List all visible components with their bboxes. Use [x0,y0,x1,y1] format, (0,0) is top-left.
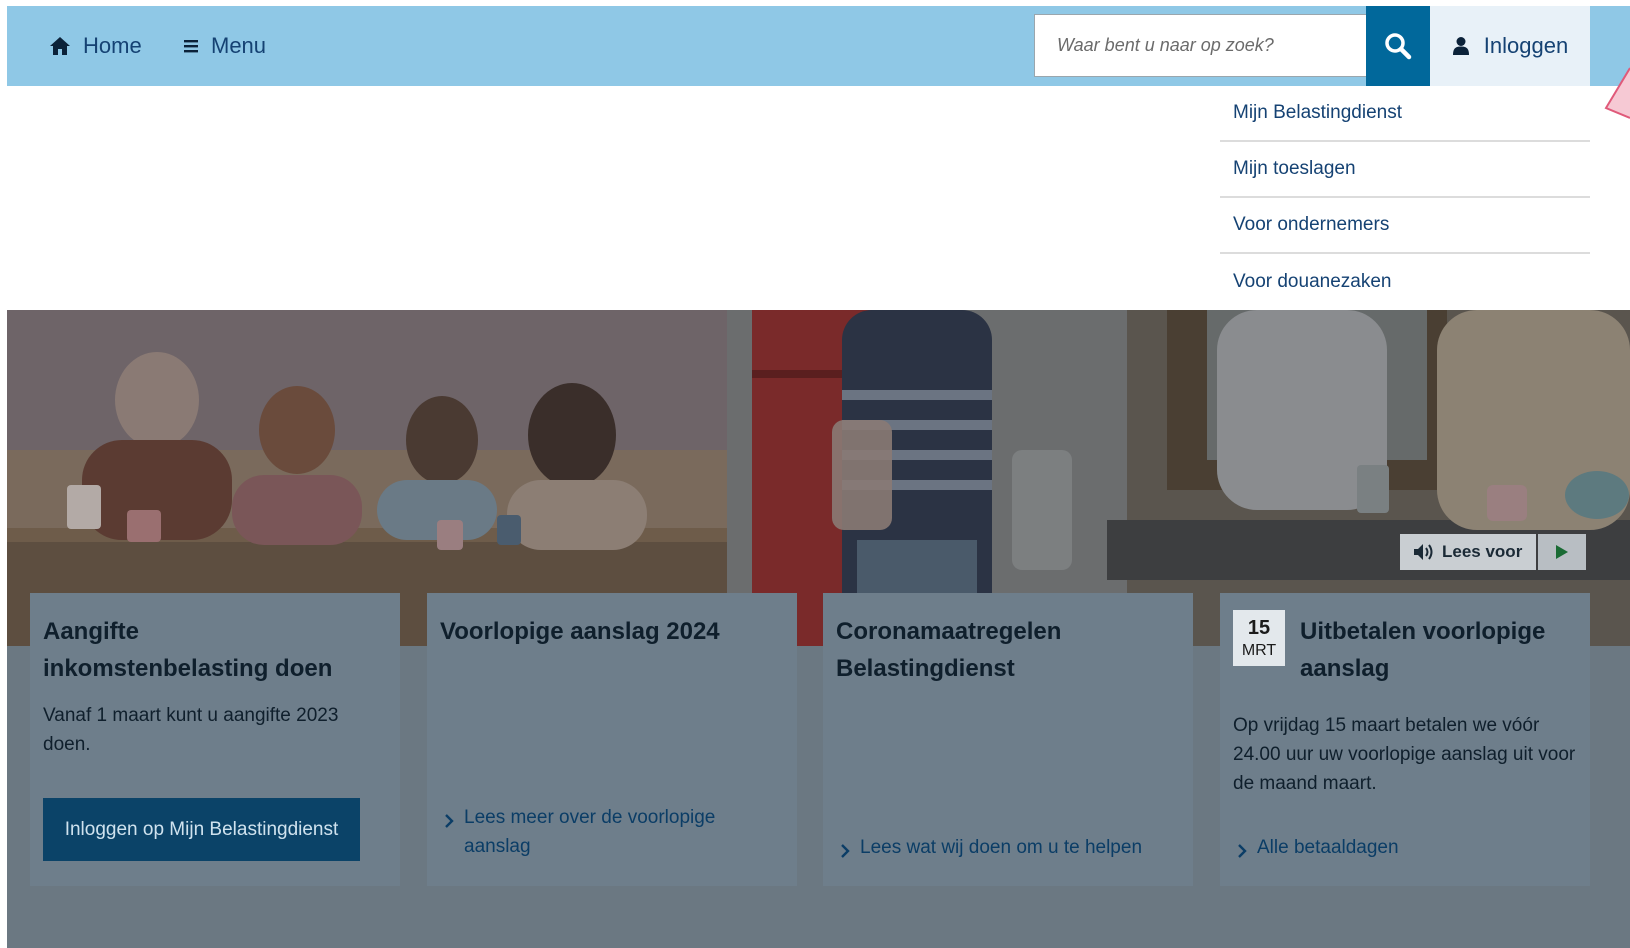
link-label: Lees meer over de voorlopige aanslag [464,807,716,857]
dropdown-item-voor-ondernemers[interactable]: Voor ondernemers [1220,198,1590,254]
login-mijn-belastingdienst-button[interactable]: Inloggen op Mijn Belastingdienst [43,798,360,861]
home-icon [50,37,70,55]
card-text: Vanaf 1 maart kunt u aangifte 2023 doen. [43,705,339,755]
chevron-right-icon [444,803,464,861]
chevron-right-icon [840,833,860,868]
card-title: Coronamaatregelen Belastingdienst [836,613,1180,687]
user-icon [1452,37,1469,55]
home-link[interactable]: Home [49,6,142,86]
all-payment-days-link[interactable]: Alle betaaldagen [1237,833,1399,868]
date-month: MRT [1241,642,1277,659]
home-label: Home [83,33,142,58]
card-title-line1: Uitbetalen voorlopige [1300,618,1546,645]
card-title-line2: Belastingdienst [836,655,1015,682]
login-button[interactable]: Inloggen [1430,6,1590,86]
card-title-line1: Aangifte [43,618,139,645]
page: Home Menu Inloggen Mijn Belastingdienst … [0,0,1630,948]
menu-button[interactable]: Menu [183,6,266,86]
card-title-line1: Coronamaatregelen [836,618,1062,645]
read-aloud-button[interactable]: Lees voor [1400,534,1537,570]
dropdown-item-mijn-belastingdienst[interactable]: Mijn Belastingdienst [1220,86,1590,142]
speaker-icon [1414,544,1433,560]
dropdown-item-voor-douanezaken[interactable]: Voor douanezaken [1220,254,1590,310]
card-title-line2: aanslag [1300,655,1390,682]
card-voorlopige-aanslag-2024: Voorlopige aanslag 2024 Lees meer over d… [427,593,797,886]
search-field[interactable] [1034,14,1367,77]
chevron-right-icon [1237,833,1257,868]
search-icon [1385,33,1412,60]
help-measures-link[interactable]: Lees wat wij doen om u te helpen [840,833,1170,868]
card-title: Aangifte inkomstenbelasting doen [43,613,387,687]
card-uitbetalen-voorlopige-aanslag: 15 MRT Uitbetalen voorlopige aanslag Op … [1220,593,1590,886]
login-label: Inloggen [1483,33,1569,58]
play-icon [1556,545,1569,559]
search-input[interactable] [1035,15,1366,76]
card-aangifte-inkomstenbelasting: Aangifte inkomstenbelasting doen Vanaf 1… [30,593,400,886]
pink-arrow-annotation [1604,67,1630,119]
search-button[interactable] [1366,6,1430,86]
card-title: Voorlopige aanslag 2024 [440,618,720,645]
login-dropdown: Mijn Belastingdienst Mijn toeslagen Voor… [1220,86,1590,310]
link-label: Alle betaaldagen [1257,837,1399,858]
read-aloud-label: Lees voor [1442,542,1523,561]
link-label: Lees wat wij doen om u te helpen [860,837,1143,858]
card-coronamaatregelen: Coronamaatregelen Belastingdienst Lees w… [823,593,1193,886]
menu-label: Menu [211,33,267,58]
read-aloud-control[interactable]: Lees voor [1400,534,1587,570]
read-more-voorlopige-aanslag-link[interactable]: Lees meer over de voorlopige aanslag [444,803,764,861]
card-title: Uitbetalen voorlopige aanslag [1300,613,1577,687]
card-title-line2: inkomstenbelasting doen [43,655,333,682]
play-button[interactable] [1538,534,1587,570]
dropdown-item-mijn-toeslagen[interactable]: Mijn toeslagen [1220,142,1590,198]
card-text: Op vrijdag 15 maart betalen we vóór 24.0… [1233,715,1576,794]
date-day: 15 [1247,617,1271,639]
date-badge: 15 MRT [1233,610,1285,666]
menu-icon [184,40,198,53]
